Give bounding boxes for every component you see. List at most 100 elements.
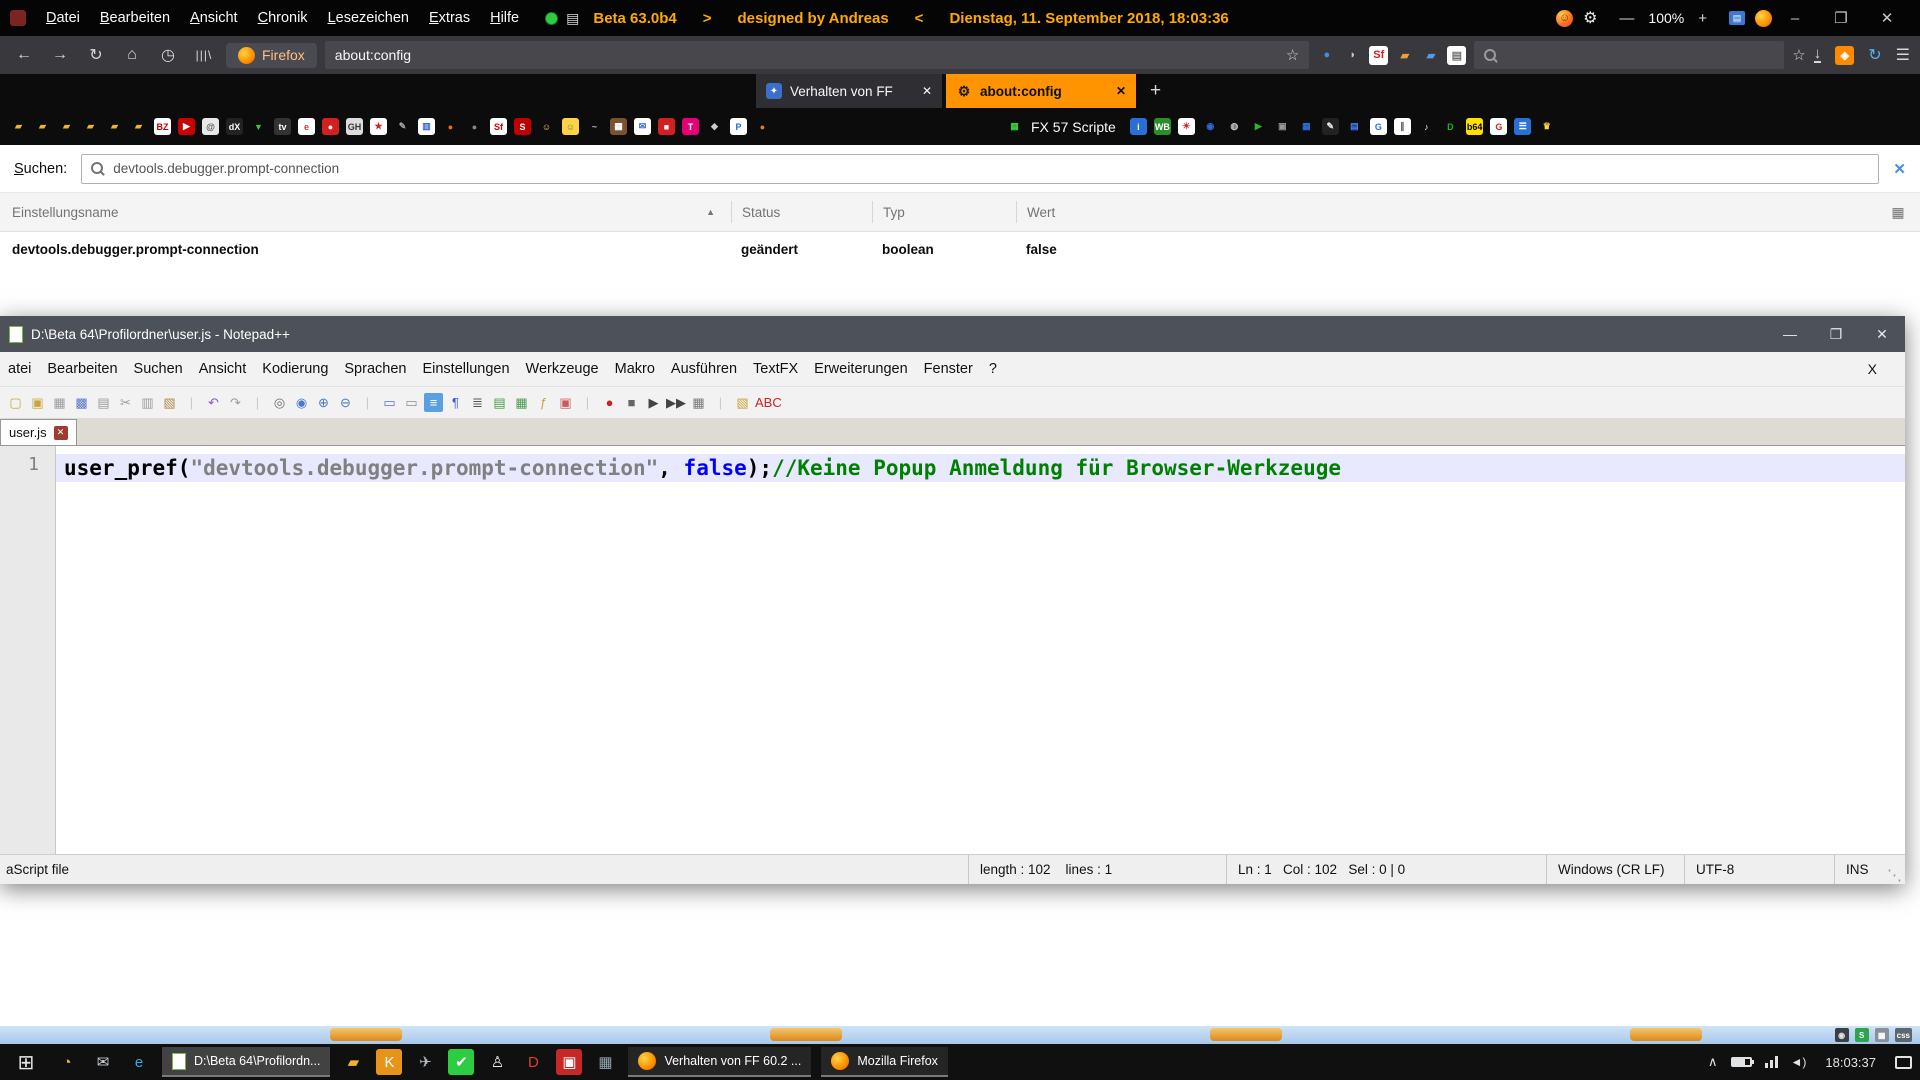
emoji-icon[interactable]: ☺: [1556, 10, 1573, 27]
bookmark-icon[interactable]: ●: [442, 118, 459, 135]
background-windows-strip[interactable]: ◉S▦css: [0, 1026, 1920, 1044]
sync-icon[interactable]: ↻: [1868, 45, 1881, 65]
firefox-logo-icon[interactable]: [1755, 10, 1772, 27]
bookmark-icon[interactable]: WB: [1154, 118, 1171, 135]
menu-item[interactable]: Extras: [419, 10, 480, 26]
tab-userjs[interactable]: user.js ✕: [0, 419, 77, 445]
menu-item[interactable]: Lesezeichen: [318, 10, 419, 26]
bookmark-icon[interactable]: ▣: [1274, 118, 1291, 135]
toolbar-icon[interactable]: ■: [622, 393, 641, 412]
toolbar-icon[interactable]: ▭: [380, 393, 399, 412]
menu-item[interactable]: Ansicht: [180, 10, 248, 26]
bookmark-icon[interactable]: ◉: [1202, 118, 1219, 135]
toolbar-icon[interactable]: |: [248, 393, 267, 412]
reload-icon[interactable]: ↻: [82, 45, 110, 65]
menu-item[interactable]: atei: [0, 361, 39, 377]
q-extension-icon[interactable]: ◈: [1835, 46, 1854, 65]
zoom-in-button[interactable]: +: [1690, 10, 1715, 27]
config-search-input[interactable]: devtools.debugger.prompt-connection: [81, 154, 1879, 184]
window-minimize-button[interactable]: –: [1772, 10, 1818, 27]
notification-center-icon[interactable]: [1895, 1056, 1912, 1069]
bookmark-icon[interactable]: ♪: [1418, 118, 1435, 135]
toolbar-icon[interactable]: ▤: [490, 393, 509, 412]
column-status[interactable]: Status: [731, 201, 872, 223]
bookmark-icon[interactable]: ▦: [610, 118, 627, 135]
bookmark-icon[interactable]: P: [730, 118, 747, 135]
battery-icon[interactable]: [1731, 1057, 1752, 1067]
bookmark-icon[interactable]: ▰: [34, 118, 51, 135]
bookmark-star-icon[interactable]: ☆: [1286, 46, 1299, 64]
bookmark-icon[interactable]: ▼: [250, 118, 267, 135]
sidebar-panel-icon[interactable]: ▤: [1729, 11, 1745, 25]
column-einstellungsname[interactable]: Einstellungsname ▲: [0, 205, 731, 220]
taskbar-app-icon[interactable]: D: [520, 1049, 546, 1075]
bookmark-icon[interactable]: ▰: [10, 118, 27, 135]
minimize-button[interactable]: —: [1767, 326, 1813, 342]
extension-icon[interactable]: ●: [1317, 46, 1336, 65]
resize-grip[interactable]: ⋱: [1887, 866, 1902, 884]
menu-item[interactable]: Makro: [607, 361, 663, 377]
toolbar-icon[interactable]: ▦: [689, 393, 708, 412]
tab-close-icon[interactable]: ✕: [54, 426, 68, 440]
network-icon[interactable]: [1765, 1056, 1778, 1068]
bookmark-icon[interactable]: ◍: [1226, 118, 1243, 135]
encoding[interactable]: UTF-8: [1684, 855, 1734, 884]
toolbar-icon[interactable]: ƒ: [534, 393, 553, 412]
bookmark-icon[interactable]: ♛: [1538, 118, 1555, 135]
tab-verhalten-von-ff[interactable]: ✦ Verhalten von FF ✕: [756, 74, 942, 108]
bookmark-icon[interactable]: ▰: [82, 118, 99, 135]
tray-expand-icon[interactable]: ∧: [1708, 1054, 1718, 1070]
bookmark-icon[interactable]: ▥: [418, 118, 435, 135]
toolbar-icon[interactable]: ▩: [72, 393, 91, 412]
bookmark-icon[interactable]: ✎: [394, 118, 411, 135]
menu-item[interactable]: Werkzeuge: [518, 361, 607, 377]
menu-item[interactable]: Kodierung: [254, 361, 336, 377]
menu-item[interactable]: Bearbeiten: [39, 361, 125, 377]
taskbar-clock[interactable]: 18:03:37: [1819, 1055, 1882, 1070]
tab-close-icon[interactable]: ✕: [1116, 84, 1126, 98]
bookmark-icon[interactable]: ☰: [1514, 118, 1531, 135]
code-line[interactable]: user_pref("devtools.debugger.prompt-conn…: [56, 454, 1905, 482]
toolbar-icon[interactable]: ▶▶: [666, 393, 686, 412]
bookmark-icon[interactable]: ▰: [106, 118, 123, 135]
toolbar-icon[interactable]: ¶: [446, 393, 465, 412]
toolbar-icon[interactable]: ▥: [138, 393, 157, 412]
extension-icon[interactable]: Sf: [1369, 46, 1388, 65]
toolbar-icon[interactable]: ▦: [512, 393, 531, 412]
toolbar-icon[interactable]: ●: [600, 393, 619, 412]
toolbar-icon[interactable]: |: [182, 393, 201, 412]
download-icon[interactable]: ↓: [1814, 47, 1822, 63]
green-status-icon[interactable]: [545, 12, 558, 25]
bookmark-icon[interactable]: b64: [1466, 118, 1484, 135]
window-close-button[interactable]: ✕: [1864, 9, 1910, 27]
editor-area[interactable]: 1 user_pref("devtools.debugger.prompt-co…: [0, 446, 1905, 854]
bookmark-icon[interactable]: ●: [466, 118, 483, 135]
extension-icon[interactable]: ▤: [1447, 46, 1466, 65]
settings-gear-icon[interactable]: ⚙: [1583, 8, 1597, 28]
bookmark-icon[interactable]: G: [1370, 118, 1387, 135]
taskbar-app-icon[interactable]: ✉: [90, 1049, 116, 1075]
bookmark-icon[interactable]: ☺: [538, 118, 555, 135]
bookmark-fx57-scripte[interactable]: ▦ FX 57 Scripte: [1006, 118, 1116, 135]
bookmark-icon[interactable]: Sf: [490, 118, 507, 135]
taskbar-app-icon[interactable]: e: [126, 1049, 152, 1075]
menu-item[interactable]: ?: [981, 361, 1005, 377]
zoom-out-button[interactable]: —: [1611, 10, 1642, 27]
search-value[interactable]: devtools.debugger.prompt-connection: [113, 161, 339, 176]
toolbar-icon[interactable]: ▢: [6, 393, 25, 412]
bookmark-icon[interactable]: e: [298, 118, 315, 135]
menu-item[interactable]: Ansicht: [191, 361, 255, 377]
menu-item[interactable]: Hilfe: [480, 10, 529, 26]
toolbar-icon[interactable]: ▧: [733, 393, 752, 412]
history-clock-icon[interactable]: ◷: [154, 45, 182, 65]
taskbar-app-icon[interactable]: ♙: [484, 1049, 510, 1075]
toolbar-icon[interactable]: |: [711, 393, 730, 412]
typing-mode[interactable]: INS: [1834, 855, 1869, 884]
bookmark-icon[interactable]: ▰: [58, 118, 75, 135]
bookmark-icon[interactable]: ●: [754, 118, 771, 135]
menu-item[interactable]: Erweiterungen: [806, 361, 916, 377]
toolbar-icon[interactable]: ▤: [94, 393, 113, 412]
taskbar-app-icon[interactable]: ▦: [592, 1049, 618, 1075]
eol-format[interactable]: Windows (CR LF): [1546, 855, 1665, 884]
toolbar-icon[interactable]: ≣: [468, 393, 487, 412]
